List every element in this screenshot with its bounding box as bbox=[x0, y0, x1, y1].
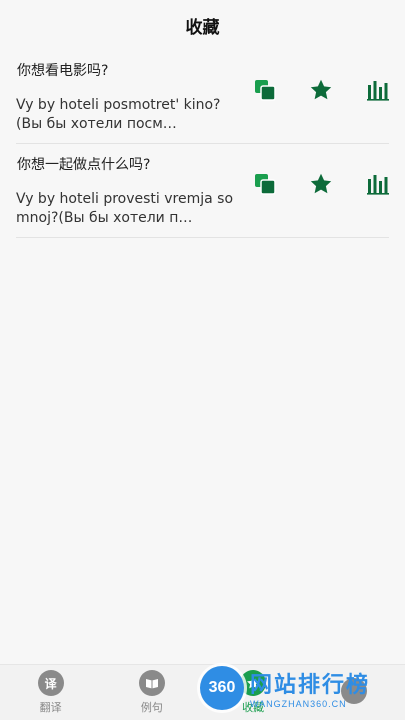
translation-text: Vy by hoteli provesti vremja so mnoj?(Вы… bbox=[16, 191, 234, 226]
bottom-tabbar: 译 翻译 例句 收藏 bbox=[0, 664, 405, 720]
tab-label: 翻译 bbox=[39, 701, 62, 714]
book-icon bbox=[138, 670, 165, 696]
tab-translate[interactable]: 译 翻译 bbox=[0, 665, 101, 720]
copy-button[interactable] bbox=[237, 170, 293, 198]
more-icon bbox=[341, 678, 368, 704]
item-actions bbox=[237, 170, 389, 198]
copy-button[interactable] bbox=[237, 76, 293, 104]
app-header: 收藏 bbox=[0, 0, 405, 50]
star-icon bbox=[310, 173, 332, 194]
item-actions bbox=[237, 76, 389, 104]
tab-label: 例句 bbox=[140, 701, 163, 714]
waveform-icon bbox=[367, 175, 389, 195]
tab-more[interactable] bbox=[304, 665, 405, 720]
star-icon bbox=[240, 670, 267, 696]
audio-button[interactable] bbox=[349, 170, 389, 198]
tab-label: 收藏 bbox=[242, 701, 265, 714]
list-item[interactable]: 你想看电影吗? Vy by hoteli posmotret' kino?(Вы… bbox=[16, 50, 389, 144]
audio-button[interactable] bbox=[349, 76, 389, 104]
translate-icon: 译 bbox=[37, 670, 64, 696]
waveform-icon bbox=[367, 81, 389, 101]
tab-examples[interactable]: 例句 bbox=[101, 665, 202, 720]
copy-icon bbox=[255, 174, 276, 195]
translation-text: Vy by hoteli posmotret' kino?(Вы бы хоте… bbox=[16, 97, 221, 132]
list-item[interactable]: 你想一起做点什么吗? Vy by hoteli provesti vremja … bbox=[16, 144, 389, 238]
favorites-list: 你想看电影吗? Vy by hoteli posmotret' kino?(Вы… bbox=[0, 50, 405, 238]
tab-favorites[interactable]: 收藏 bbox=[203, 665, 304, 720]
star-icon bbox=[310, 79, 332, 100]
favorite-button[interactable] bbox=[293, 76, 349, 104]
copy-icon bbox=[255, 80, 276, 101]
favorite-button[interactable] bbox=[293, 170, 349, 198]
page-title: 收藏 bbox=[185, 17, 220, 38]
